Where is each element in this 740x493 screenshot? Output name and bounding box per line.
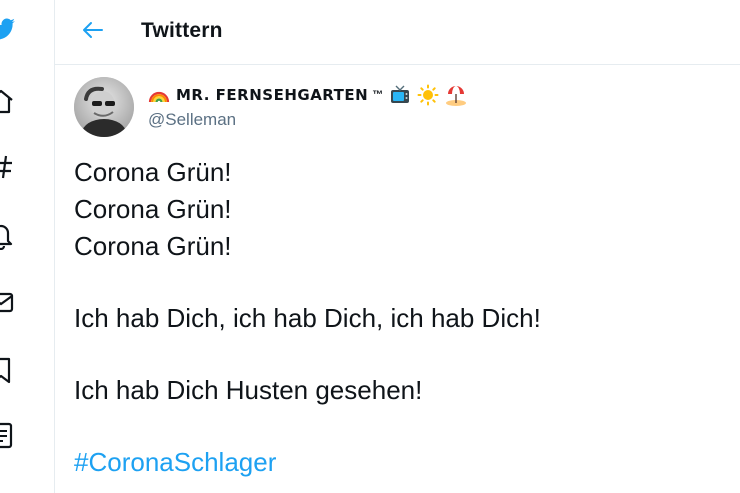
bookmark-icon[interactable] [0,355,16,385]
hashtag-link[interactable]: #CoronaSchlager [74,444,714,481]
page-title: Twittern [141,19,223,42]
side-nav [0,0,55,493]
bell-icon[interactable] [0,220,16,250]
beach-umbrella-icon [445,84,467,106]
author-handle[interactable]: @Selleman [148,110,236,130]
tweet-line: Corona Grün! [74,157,232,187]
mail-icon[interactable] [0,287,16,317]
author-display-name: MR. FERNSEHGARTEN [176,86,369,104]
tweet-line: Ich hab Dich, ich hab Dich, ich hab Dich… [74,303,541,333]
list-icon[interactable] [0,420,16,450]
hashtag-icon[interactable] [0,152,16,182]
page-header: Twittern [55,0,740,65]
twitter-bird-icon[interactable] [0,14,16,44]
tweet-line: Corona Grün! [74,194,232,224]
author-name-row[interactable]: MR. FERNSEHGARTEN ™ [148,83,467,107]
home-icon[interactable] [0,86,16,116]
tweet-line: Ich hab Dich Husten gesehen! [74,375,423,405]
trademark-symbol: ™ [372,89,384,101]
back-arrow-icon [81,18,105,47]
sun-icon [417,84,439,106]
rainbow-icon [148,84,170,106]
back-button[interactable] [77,16,109,48]
avatar[interactable] [74,77,134,137]
tweet-line: Corona Grün! [74,231,232,261]
tweet-text: Corona Grün! Corona Grün! Corona Grün! I… [74,154,714,481]
tv-icon [389,84,411,106]
